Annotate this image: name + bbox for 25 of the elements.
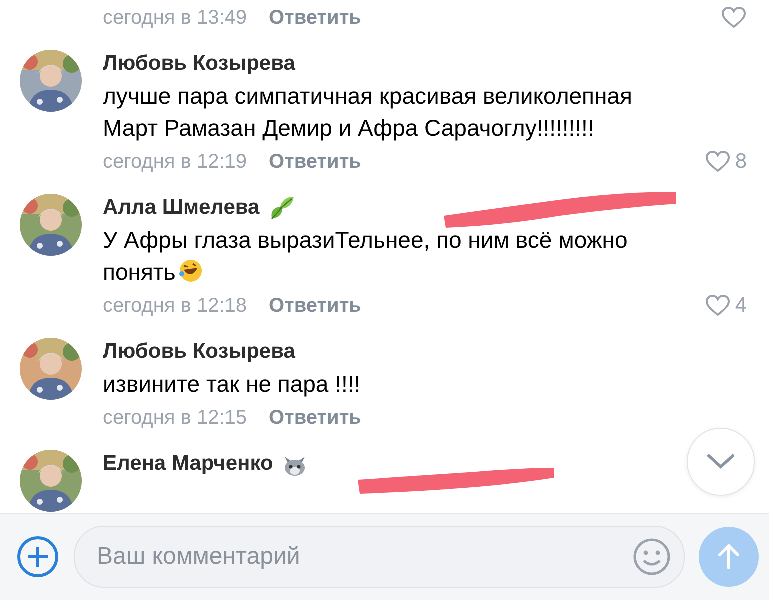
- heart-icon: [705, 294, 732, 318]
- reply-link[interactable]: Ответить: [269, 150, 362, 174]
- comment-time: сегодня в 12:15: [103, 406, 247, 430]
- comment-text: лучше пара симпатичная красивая великолепная Март Рамазан Демир и Афра Сарачоглу!!!!!!!!!: [103, 82, 634, 143]
- like-button[interactable]: [721, 6, 747, 30]
- like-button[interactable]: 4: [705, 294, 747, 318]
- comment-field[interactable]: Ваш комментарий: [74, 526, 685, 588]
- comment-time: сегодня в 12:19: [103, 150, 247, 174]
- reply-link[interactable]: Ответить: [269, 406, 362, 430]
- chevron-down-icon: [706, 453, 736, 471]
- comment-text: извините так не пара !!!!: [103, 370, 362, 399]
- author-name[interactable]: Елена Марченко: [103, 452, 274, 476]
- author-name[interactable]: Любовь Козырева: [103, 340, 296, 364]
- smiley-icon[interactable]: [632, 537, 672, 577]
- reply-link[interactable]: Ответить: [269, 294, 362, 318]
- reply-link[interactable]: Ответить: [269, 6, 362, 30]
- comment-time: сегодня в 13:49: [103, 6, 247, 30]
- heart-icon: [721, 6, 747, 30]
- comment-text: У Афры глаза выразиТельнее, по ним всё можно понять: [103, 226, 629, 287]
- comment-time: сегодня в 12:18: [103, 294, 247, 318]
- like-button[interactable]: 8: [705, 150, 747, 174]
- author-name[interactable]: Любовь Козырева: [103, 52, 296, 76]
- add-button[interactable]: [16, 535, 60, 579]
- author-name[interactable]: Алла Шмелева: [103, 196, 260, 220]
- heart-icon: [705, 150, 732, 174]
